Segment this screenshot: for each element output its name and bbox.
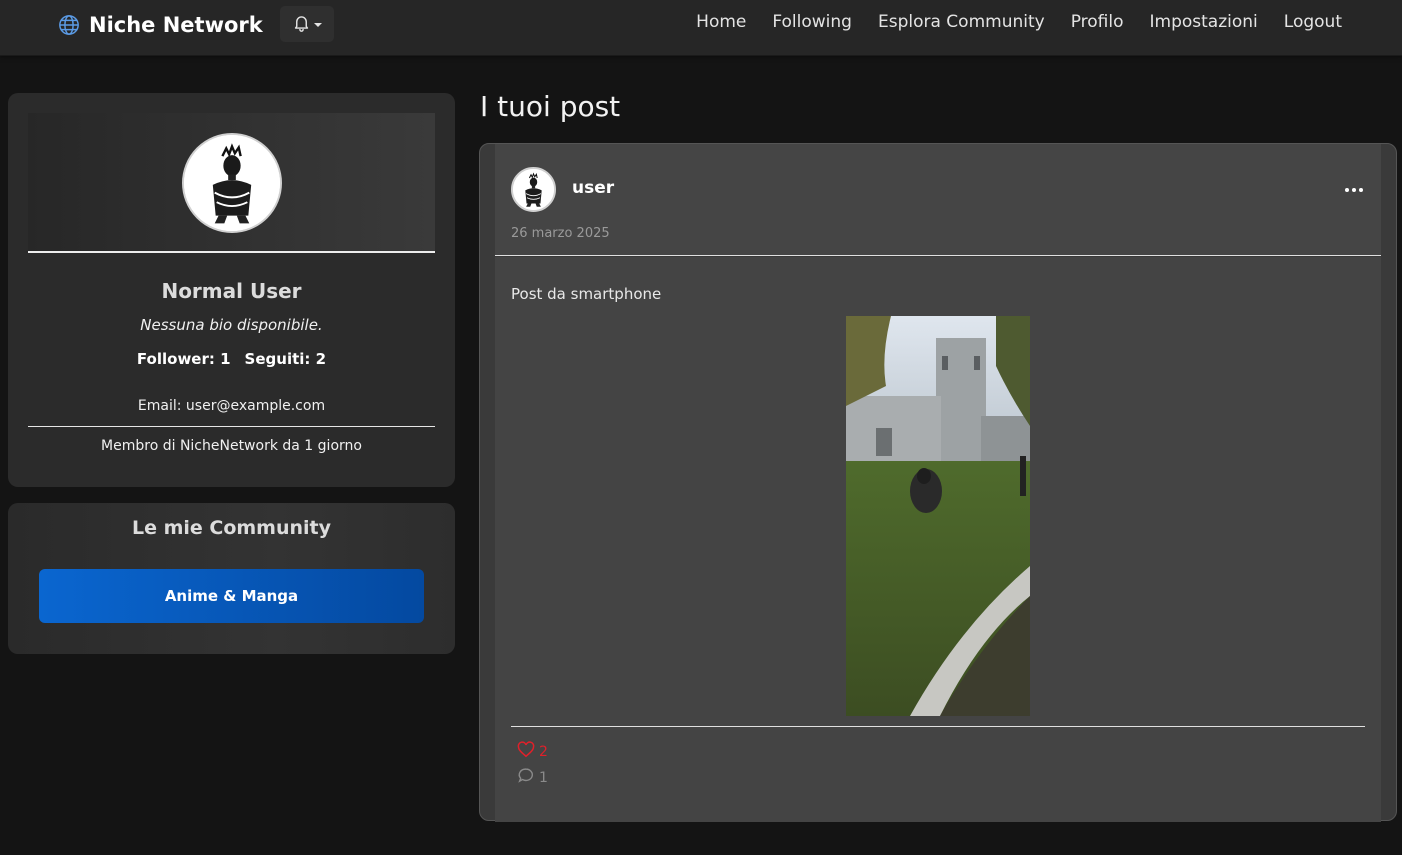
- notifications-button[interactable]: [280, 6, 334, 42]
- profile-bio: Nessuna bio disponibile.: [140, 316, 323, 334]
- globe-icon: [58, 14, 80, 36]
- post-header: user 26 marzo 2025: [495, 144, 1381, 256]
- brand-name: Niche Network: [89, 13, 263, 37]
- communities-card: Le mie Community Anime & Manga: [8, 503, 455, 654]
- avatar[interactable]: [182, 133, 282, 233]
- nav-profile[interactable]: Profilo: [1071, 12, 1124, 32]
- communities-title: Le mie Community: [131, 517, 332, 539]
- divider: [511, 726, 1365, 727]
- member-since: Membro di NicheNetwork da 1 giorno: [101, 438, 362, 454]
- heart-icon: [517, 741, 535, 762]
- profile-stats: Follower: 1 Seguiti: 2: [8, 350, 455, 368]
- follower-count[interactable]: Follower: 1: [137, 350, 231, 368]
- following-count[interactable]: Seguiti: 2: [245, 350, 327, 368]
- nav-logout[interactable]: Logout: [1284, 12, 1342, 32]
- post-body: Post da smartphone 2 1: [495, 257, 1381, 822]
- comment-count: 1: [539, 769, 548, 786]
- post-username[interactable]: user: [572, 178, 614, 198]
- nav-home[interactable]: Home: [696, 12, 746, 32]
- nav-following[interactable]: Following: [772, 12, 852, 32]
- navbar: Niche Network Home Following Esplora Com…: [0, 0, 1402, 56]
- profile-email: Email: user@example.com: [137, 398, 326, 414]
- like-count: 2: [539, 743, 548, 760]
- post-text: Post da smartphone: [511, 285, 662, 303]
- nav-settings[interactable]: Impostazioni: [1150, 12, 1258, 32]
- nav-explore-community[interactable]: Esplora Community: [878, 12, 1045, 32]
- community-button-anime-manga[interactable]: Anime & Manga: [39, 569, 424, 623]
- profile-card: Normal User Nessuna bio disponibile. Fol…: [8, 93, 455, 487]
- profile-cover: [28, 113, 435, 253]
- brand[interactable]: Niche Network: [58, 11, 263, 39]
- more-icon[interactable]: [1342, 180, 1366, 200]
- comment-icon: [517, 767, 535, 788]
- divider: [28, 426, 435, 427]
- post-avatar[interactable]: [511, 167, 556, 212]
- nav-links: Home Following Esplora Community Profilo…: [696, 12, 1342, 32]
- post-card: user 26 marzo 2025 Post da smartphone 2 …: [479, 143, 1397, 822]
- chevron-down-icon: [314, 23, 322, 27]
- page-title: I tuoi post: [480, 90, 621, 123]
- like-button[interactable]: 2: [517, 741, 548, 762]
- comment-button[interactable]: 1: [517, 767, 548, 788]
- profile-name: Normal User: [161, 279, 302, 303]
- bell-icon: [292, 13, 311, 36]
- post-date: 26 marzo 2025: [511, 226, 610, 241]
- post-image[interactable]: [846, 316, 1030, 716]
